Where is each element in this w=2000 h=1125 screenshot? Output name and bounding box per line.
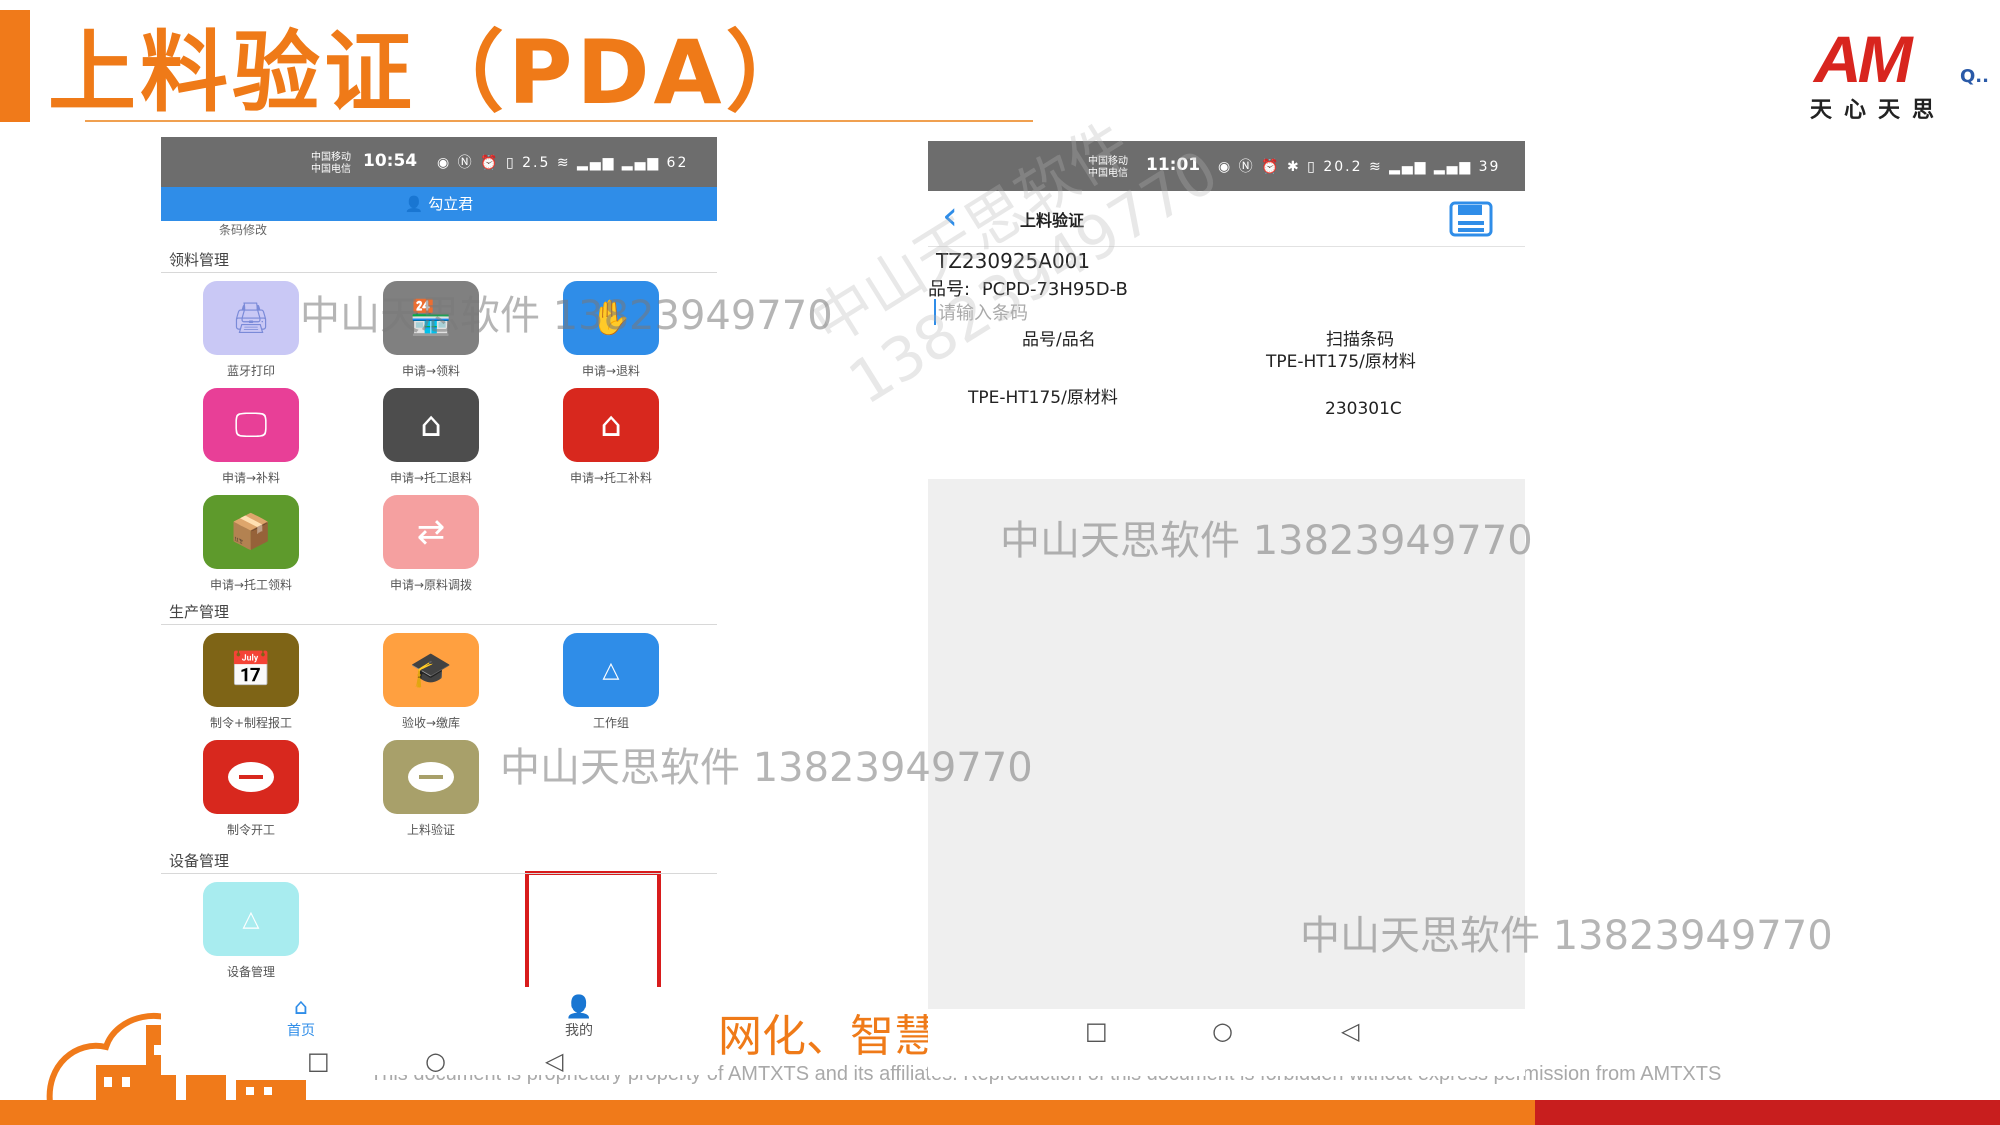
- house-icon: ⌂: [420, 405, 442, 445]
- watermark-text: 中山天思软件 13823949770: [500, 745, 1033, 791]
- tile-outsource-return[interactable]: ⌂: [383, 388, 479, 462]
- scan-cell-top: TPE-HT175/原材料: [1266, 352, 1416, 372]
- tile-label: 申请→原料调拨: [389, 578, 473, 592]
- nav-mine-label: 我的: [565, 1023, 593, 1039]
- watermark-text: 中山天思软件 13823949770: [300, 293, 833, 339]
- calendar-icon: 📅: [229, 650, 273, 690]
- sys-recent-button[interactable]: □: [307, 1047, 330, 1075]
- box-icon: 📦: [229, 512, 273, 552]
- tile-label: 验收→缴库: [401, 716, 461, 730]
- printer-icon: 🖨: [231, 300, 271, 336]
- nav-home[interactable]: ⌂ 首页: [261, 995, 341, 1040]
- section-material: 领料管理: [169, 251, 230, 269]
- section-divider: [161, 272, 717, 273]
- minus-circle-icon: [408, 762, 454, 792]
- status-time: 10:54: [363, 151, 418, 171]
- title-accent-bar: [0, 10, 30, 122]
- minus-circle-icon: [228, 762, 274, 792]
- house-supply-icon: ⌂: [600, 405, 622, 445]
- logo-suffix: Q..: [1960, 66, 1989, 87]
- save-icon[interactable]: [1448, 201, 1494, 237]
- sys-home-button[interactable]: ○: [425, 1047, 446, 1075]
- section-divider: [161, 873, 717, 874]
- watermark-text: 中山天思软件 13823949770: [1000, 518, 1533, 564]
- user-name: 勾立君: [428, 195, 474, 213]
- barcode-edit-item[interactable]: 条码修改: [219, 221, 267, 238]
- tile-label: 申请→领料: [401, 364, 461, 378]
- tile-bluetooth-print[interactable]: 🖨: [203, 281, 299, 355]
- tile-work-order-start[interactable]: [203, 740, 299, 814]
- sys-recent-button[interactable]: □: [1085, 1017, 1108, 1045]
- person-icon: 👤: [565, 995, 593, 1020]
- tile-acceptance-stock[interactable]: 🎓: [383, 633, 479, 707]
- cap-icon: 🎓: [409, 650, 453, 690]
- tile-label: 设备管理: [226, 965, 275, 979]
- carrier-label: 中国移动 中国电信: [311, 152, 351, 175]
- tile-label: 申请→补料: [221, 471, 281, 485]
- monitor-icon: 🖵: [234, 405, 268, 445]
- transfer-icon: ⇄: [416, 512, 446, 552]
- tile-outsource-material[interactable]: 📦: [203, 495, 299, 569]
- triangle-icon: △: [242, 906, 260, 932]
- home-icon: ⌂: [294, 995, 308, 1020]
- nav-mine[interactable]: 👤 我的: [539, 995, 619, 1040]
- slide-title: 上料验证（PDA）: [48, 21, 818, 124]
- tile-label: 申请→托工补料: [569, 471, 653, 485]
- logo-mark: AM: [1814, 22, 1913, 96]
- tile-request-supply[interactable]: 🖵: [203, 388, 299, 462]
- logo-subtitle: 天心天思: [1810, 98, 1947, 123]
- phone-screenshot-menu: 中国移动 中国电信 10:54 ◉ Ⓝ ⏰ ▯ 2.5 ≋ ▂▄▆ ▂▄▆ 62 …: [161, 137, 717, 1075]
- tile-label: 申请→退料: [581, 364, 641, 378]
- tile-label: 申请→托工领料: [209, 578, 293, 592]
- sys-back-button[interactable]: ◁: [1341, 1017, 1359, 1045]
- user-icon: 👤: [404, 195, 424, 213]
- tile-label: 工作组: [592, 716, 629, 730]
- status-icons: ◉ Ⓝ ⏰ ✱ ▯ 20.2 ≋ ▂▄▆ ▂▄▆ 39: [1218, 159, 1501, 175]
- column-header-part: 品号/品名: [1022, 330, 1096, 350]
- section-production: 生产管理: [169, 603, 230, 621]
- tile-material-transfer[interactable]: ⇄: [383, 495, 479, 569]
- tile-work-group[interactable]: △: [563, 633, 659, 707]
- tile-label: 上料验证: [406, 823, 455, 837]
- tile-feeding-verification[interactable]: [383, 740, 479, 814]
- company-logo: AM Q.. 天心天思: [1808, 22, 1989, 124]
- footer-bar-red: [1535, 1100, 2000, 1125]
- tile-label: 制令开工: [226, 823, 275, 837]
- table-cell-barcode: 230301C: [1325, 399, 1402, 419]
- user-header: 👤 勾立君: [161, 187, 717, 221]
- table-cell-part: TPE-HT175/原材料: [968, 388, 1118, 408]
- title-underline: [85, 120, 1033, 122]
- tile-work-order-report[interactable]: 📅: [203, 633, 299, 707]
- watermark-text: 中山天思软件 13823949770: [1300, 913, 1833, 959]
- sys-home-button[interactable]: ○: [1212, 1017, 1233, 1045]
- tile-outsource-supply[interactable]: ⌂: [563, 388, 659, 462]
- slogan-text: 网化、智慧: [718, 1011, 938, 1062]
- triangle-icon: △: [602, 657, 620, 683]
- system-nav-bar: □ ○ ◁: [928, 1009, 1525, 1076]
- tile-equipment-management[interactable]: △: [203, 882, 299, 956]
- highlight-box: [525, 871, 661, 999]
- tile-label: 制令+制程报工: [209, 716, 293, 730]
- footer-bar-orange: [0, 1100, 1535, 1125]
- sys-back-button[interactable]: ◁: [545, 1047, 563, 1075]
- nav-home-label: 首页: [287, 1023, 315, 1039]
- status-bar: 中国移动 中国电信 10:54 ◉ Ⓝ ⏰ ▯ 2.5 ≋ ▂▄▆ ▂▄▆ 62: [161, 137, 717, 187]
- tile-label: 申请→托工退料: [389, 471, 473, 485]
- status-icons: ◉ Ⓝ ⏰ ▯ 2.5 ≋ ▂▄▆ ▂▄▆ 62: [437, 155, 689, 171]
- tile-label: 蓝牙打印: [226, 364, 275, 378]
- section-equipment: 设备管理: [169, 852, 230, 870]
- section-divider: [161, 624, 717, 625]
